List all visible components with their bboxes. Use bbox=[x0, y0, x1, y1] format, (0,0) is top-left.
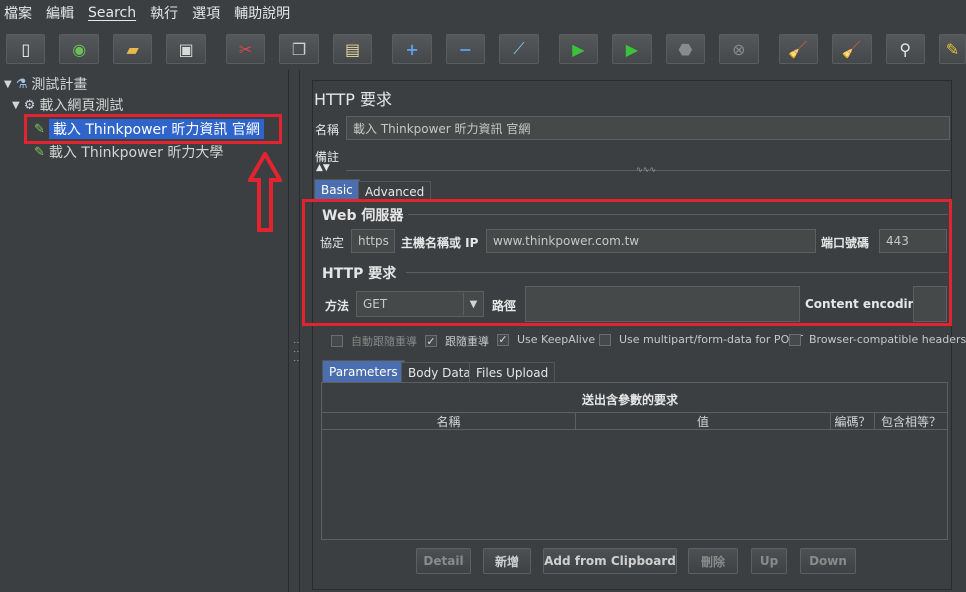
gear-icon: ⚙ bbox=[23, 97, 36, 113]
checkbox-box bbox=[789, 333, 801, 346]
menu-edit[interactable]: 編輯 bbox=[46, 3, 74, 23]
checkbox-label: 自動跟隨重導 bbox=[351, 335, 417, 348]
cut-button[interactable]: ✂ bbox=[225, 34, 266, 64]
open-icon: ▰ bbox=[126, 39, 139, 59]
toolbar: ▯ ◉ ▰ ▣ ✂ ❐ ▤ + − ⟋ ▶ ▶ ⬣ ⊗ 🧹 🧹 ⚲ ✎ bbox=[0, 30, 966, 68]
new-button[interactable]: ▯ bbox=[6, 34, 46, 64]
collapse-button[interactable]: − bbox=[445, 34, 486, 64]
highlight-box-tree bbox=[24, 114, 282, 144]
up-button[interactable]: Up bbox=[751, 548, 787, 574]
expand-button[interactable]: + bbox=[392, 34, 432, 64]
menu-file[interactable]: 檔案 bbox=[4, 3, 32, 23]
menu-bar: 檔案 編輯 Search 執行 選項 輔助說明 bbox=[0, 0, 966, 26]
column-header-include-equals[interactable]: 包含相等？ bbox=[874, 412, 948, 430]
reset-search-button[interactable]: ✎ bbox=[938, 34, 966, 64]
toggle-button[interactable]: ⟋ bbox=[499, 34, 539, 64]
detail-button[interactable]: Detail bbox=[416, 548, 471, 574]
clear-icon: 🧹 bbox=[788, 39, 809, 59]
expand-arrow-icon: ▼ bbox=[4, 78, 12, 90]
name-field[interactable]: 載入 Thinkpower 昕力資訊 官網 bbox=[346, 116, 950, 140]
tree-node-test-plan[interactable]: ▼ ⚗ 測試計畫 bbox=[4, 74, 87, 94]
tree-label: 測試計畫 bbox=[31, 77, 88, 93]
paste-icon: ▤ bbox=[344, 39, 361, 59]
tree-node-sampler-2[interactable]: ✎ 載入 Thinkpower 昕力大學 bbox=[34, 142, 223, 162]
tab-body-data[interactable]: Body Data bbox=[401, 362, 478, 382]
checkbox-box bbox=[599, 333, 611, 346]
menu-search[interactable]: Search bbox=[88, 5, 136, 21]
checkbox-label: Browser-compatible headers bbox=[809, 333, 966, 346]
stop-button[interactable]: ⬣ bbox=[665, 34, 706, 64]
tree-label: 載入網頁測試 bbox=[39, 98, 124, 114]
shutdown-icon: ⊗ bbox=[732, 39, 746, 59]
tab-parameters[interactable]: Parameters bbox=[322, 360, 405, 382]
panel-title: HTTP 要求 bbox=[314, 90, 393, 109]
search-icon: ⚲ bbox=[899, 39, 912, 59]
browser-headers-checkbox[interactable]: Browser-compatible headers bbox=[789, 333, 966, 346]
tab-basic[interactable]: Basic bbox=[314, 179, 360, 199]
paste-button[interactable]: ▤ bbox=[332, 34, 373, 64]
shutdown-button[interactable]: ⊗ bbox=[719, 34, 759, 64]
down-button[interactable]: Down bbox=[800, 548, 856, 574]
menu-options[interactable]: 選項 bbox=[192, 3, 220, 23]
expand-arrow-icon: ▼ bbox=[12, 99, 20, 111]
collapse-icon: − bbox=[458, 39, 473, 59]
start-button[interactable]: ▶ bbox=[558, 34, 599, 64]
add-from-clipboard-button[interactable]: Add from Clipboard bbox=[543, 548, 677, 574]
tab-files-upload[interactable]: Files Upload bbox=[469, 362, 556, 382]
name-label: 名稱 bbox=[315, 123, 340, 137]
table-title: 送出含參數的要求 bbox=[582, 393, 679, 407]
keepalive-checkbox[interactable]: ✓ Use KeepAlive bbox=[497, 333, 595, 346]
new-icon: ▯ bbox=[21, 39, 31, 59]
up-arrow-annotation bbox=[248, 152, 282, 232]
start-no-pause-button[interactable]: ▶ bbox=[612, 34, 652, 64]
clear-all-icon: 🧹 bbox=[841, 39, 862, 59]
menu-help[interactable]: 輔助說明 bbox=[234, 3, 290, 23]
test-plan-icon: ⚗ bbox=[15, 76, 28, 92]
stop-icon: ⬣ bbox=[678, 39, 693, 59]
copy-button[interactable]: ❐ bbox=[279, 34, 319, 64]
delete-button[interactable]: 刪除 bbox=[688, 548, 738, 574]
save-icon: ▣ bbox=[178, 39, 194, 59]
tree-label: 載入 Thinkpower 昕力大學 bbox=[48, 145, 224, 161]
collapse-toggle-icon[interactable]: ▲▼ bbox=[316, 163, 330, 173]
checkbox-box bbox=[331, 335, 343, 347]
column-header-encode[interactable]: 編碼？ bbox=[830, 412, 875, 430]
highlight-box-server bbox=[302, 199, 952, 326]
checkbox-label: 跟隨重導 bbox=[445, 335, 489, 348]
checkbox-label: Use KeepAlive bbox=[517, 333, 596, 346]
check-icon: ✓ bbox=[425, 334, 437, 348]
column-header-value[interactable]: 值 bbox=[575, 412, 831, 430]
comment-field[interactable] bbox=[346, 143, 950, 163]
resize-grip-icon[interactable]: ∿∿∿ bbox=[636, 165, 656, 174]
multipart-checkbox[interactable]: Use multipart/form-data for POST bbox=[599, 333, 803, 346]
clear-all-button[interactable]: 🧹 bbox=[832, 34, 872, 64]
start-icon: ▶ bbox=[572, 39, 585, 59]
add-button[interactable]: 新增 bbox=[483, 548, 531, 574]
tree-node-thread-group[interactable]: ▼ ⚙ 載入網頁測試 bbox=[12, 95, 123, 115]
cut-icon: ✂ bbox=[238, 39, 253, 59]
checkbox-label: Use multipart/form-data for POST bbox=[619, 333, 803, 346]
save-button[interactable]: ▣ bbox=[166, 34, 206, 64]
reset-search-icon: ✎ bbox=[945, 39, 960, 59]
column-header-name[interactable]: 名稱 bbox=[321, 412, 576, 430]
check-icon: ✓ bbox=[497, 333, 509, 346]
follow-redirect-checkbox[interactable]: ✓ 跟隨重導 bbox=[425, 333, 489, 349]
auto-redirect-checkbox[interactable]: 自動跟隨重導 bbox=[331, 333, 417, 349]
pane-splitter[interactable]: ⋮⋮⋮ bbox=[288, 70, 302, 592]
open-button[interactable]: ▰ bbox=[112, 34, 153, 64]
copy-icon: ❐ bbox=[291, 39, 307, 59]
toggle-icon: ⟋ bbox=[513, 39, 525, 58]
search-button[interactable]: ⚲ bbox=[885, 34, 925, 64]
start-no-pause-icon: ▶ bbox=[625, 39, 639, 59]
tab-advanced[interactable]: Advanced bbox=[358, 181, 432, 201]
templates-button[interactable]: ◉ bbox=[59, 34, 99, 64]
pipette-icon: ✎ bbox=[34, 144, 45, 160]
expand-icon: + bbox=[405, 39, 419, 59]
menu-run[interactable]: 執行 bbox=[150, 3, 178, 23]
clear-button[interactable]: 🧹 bbox=[778, 34, 819, 64]
templates-icon: ◉ bbox=[72, 39, 87, 59]
